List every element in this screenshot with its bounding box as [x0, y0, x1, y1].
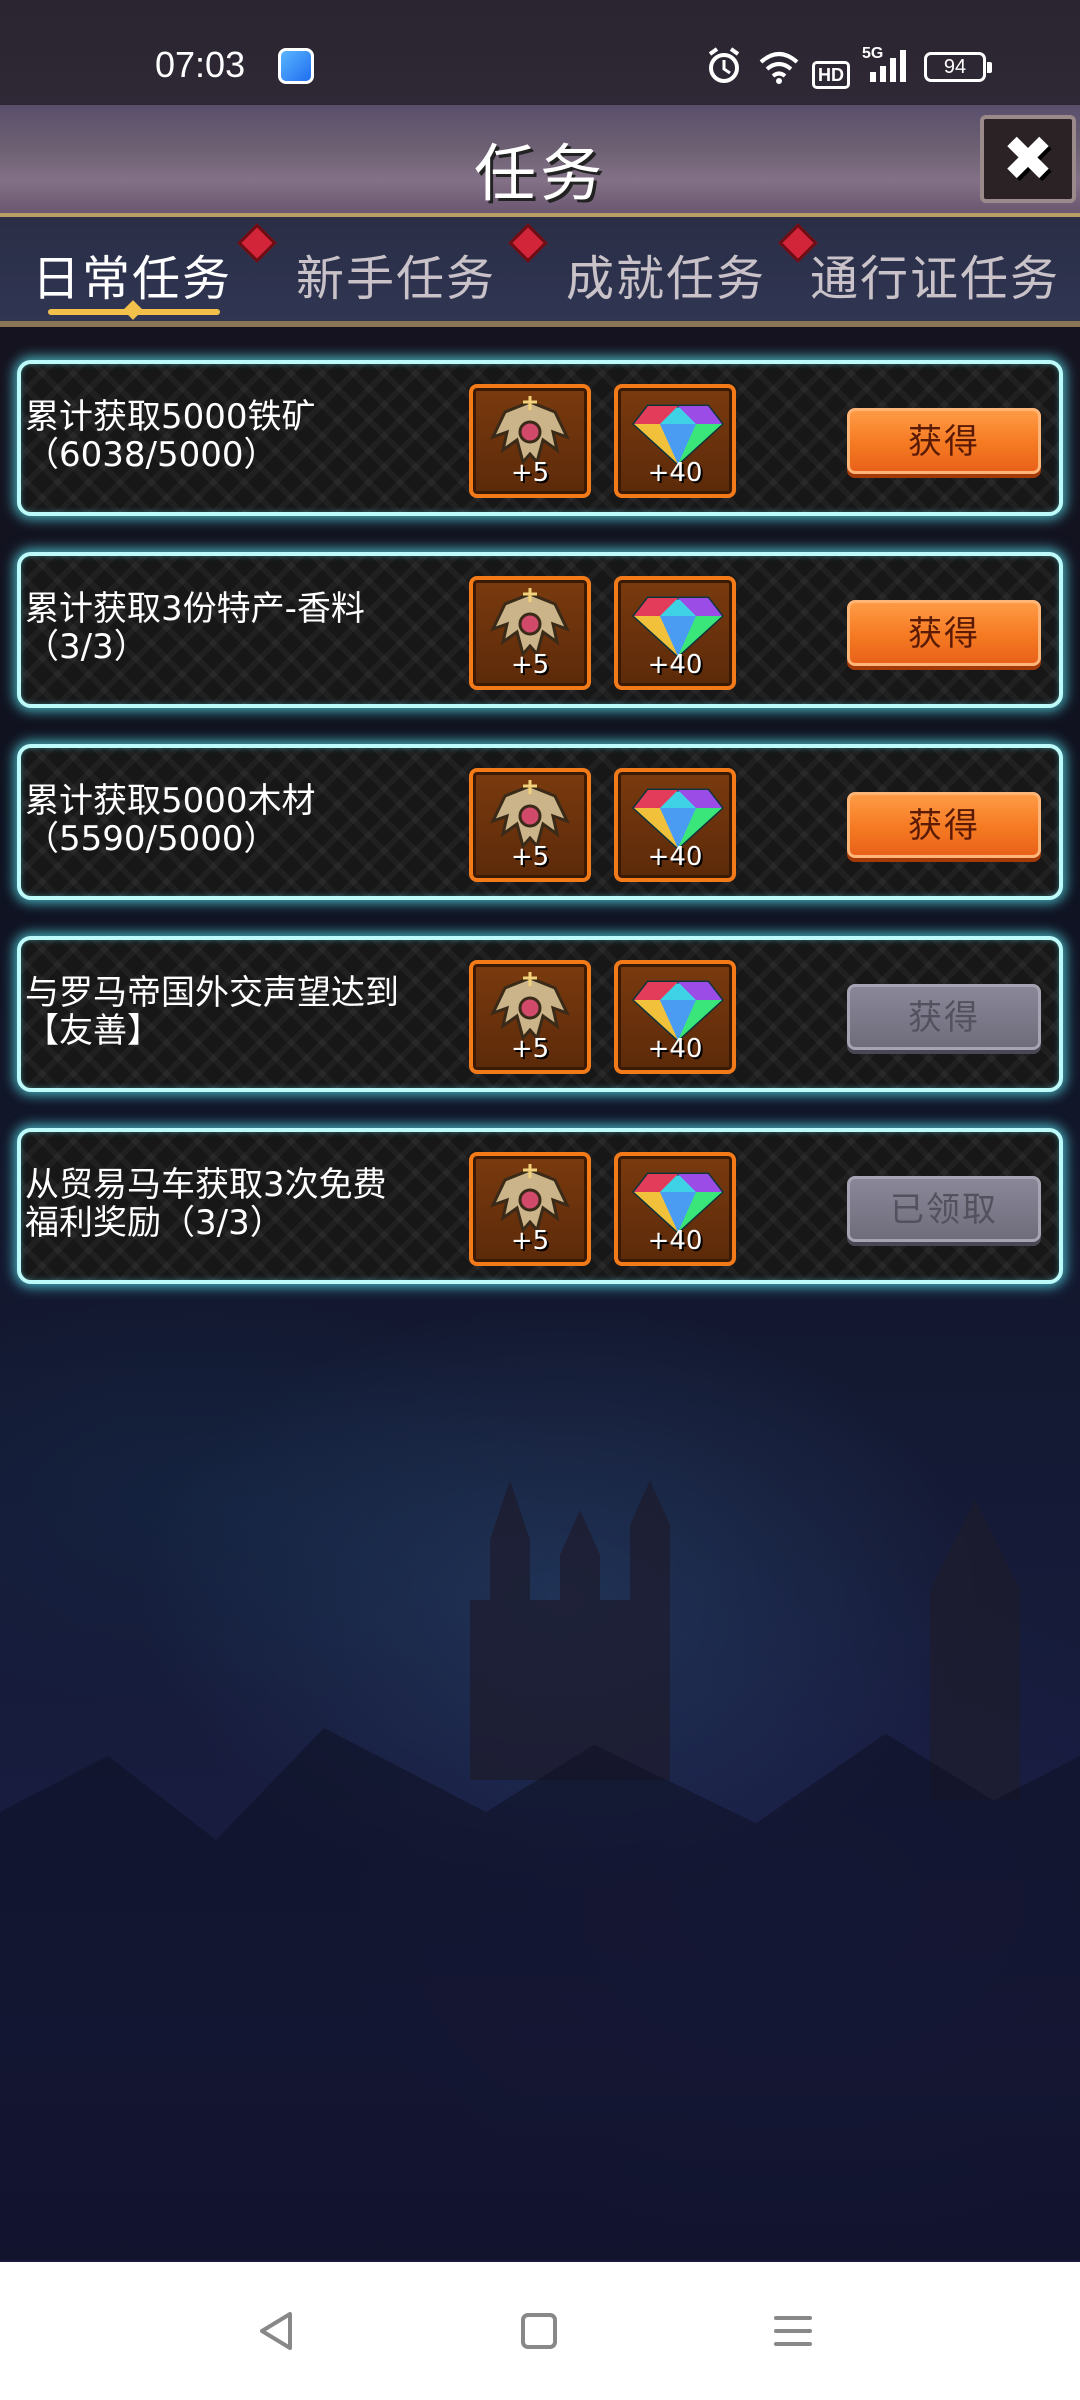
reward-slot-gem[interactable]: +40 [614, 768, 736, 882]
quest-description: 累计获取5000铁矿 （6038/5000） [25, 398, 465, 474]
tab-achievement-quests[interactable]: 成就任务 [566, 239, 766, 309]
reward-slot-gem[interactable]: +40 [614, 384, 736, 498]
background-castle-silhouette [470, 1480, 670, 1780]
nav-recents-button[interactable] [768, 2306, 818, 2356]
quest-description: 从贸易马车获取3次免费 福利奖励（3/3） [25, 1166, 465, 1242]
reward-amount: +5 [510, 458, 550, 488]
background-forest-silhouette [0, 1728, 1080, 2260]
quest-card: 累计获取3份特产-香料 （3/3） +5 +40 获得 [17, 552, 1063, 708]
menu-lines-icon [774, 2316, 812, 2346]
quest-progress: （3/3） [25, 627, 148, 667]
status-time: 07:03 [155, 44, 246, 85]
page-title: 任务 [473, 137, 606, 210]
status-bar: 07:03 HD 5G 94 [0, 0, 1080, 105]
claim-reward-button[interactable]: 获得 [847, 792, 1041, 858]
rainbow-gem-icon [631, 1172, 725, 1235]
close-button[interactable]: ✖ [980, 115, 1076, 203]
quest-card: 累计获取5000铁矿 （6038/5000） +5 +40 获得 [17, 360, 1063, 516]
back-triangle-icon [260, 2312, 292, 2350]
rainbow-gem-icon [631, 596, 725, 659]
quest-progress: （5590/5000） [25, 819, 278, 859]
claim-reward-button[interactable]: 获得 [847, 984, 1041, 1050]
reward-slot-emblem[interactable]: +5 [469, 384, 591, 498]
reward-amount: +5 [510, 1034, 550, 1064]
reward-slot-gem[interactable]: +40 [614, 1152, 736, 1266]
quest-title: 与罗马帝国外交声望达到 [25, 973, 399, 1013]
tab-pass-quests[interactable]: 通行证任务 [810, 239, 1060, 309]
reward-amount: +40 [647, 458, 703, 488]
nav-home-button[interactable] [514, 2306, 564, 2356]
app-notification-icon [278, 48, 314, 84]
reward-slot-emblem[interactable]: +5 [469, 768, 591, 882]
system-navigation-bar [0, 2262, 1080, 2400]
wifi-icon [758, 46, 800, 97]
background-tower-silhouette [930, 1500, 1020, 1800]
quest-description: 累计获取5000木材 （5590/5000） [25, 782, 465, 858]
rainbow-gem-icon [631, 404, 725, 467]
quest-description: 与罗马帝国外交声望达到 【友善】 [25, 974, 465, 1050]
close-icon: ✖ [1002, 122, 1054, 195]
hd-badge-icon: HD [812, 52, 850, 92]
reward-slot-emblem[interactable]: +5 [469, 960, 591, 1074]
page-header: 任务 ✖ [0, 105, 1080, 217]
claimed-status-button[interactable]: 已领取 [847, 1176, 1041, 1242]
reward-amount: +40 [647, 842, 703, 872]
reward-amount: +5 [510, 1226, 550, 1256]
quest-description: 累计获取3份特产-香料 （3/3） [25, 590, 465, 666]
quest-title: 累计获取5000木材 [25, 781, 316, 821]
quest-progress: （6038/5000） [25, 435, 278, 475]
reward-amount: +40 [647, 650, 703, 680]
quest-tab-bar: 日常任务 新手任务 成就任务 通行证任务 [0, 217, 1080, 327]
home-square-icon [521, 2313, 557, 2349]
tab-newbie-notification-badge [508, 223, 548, 263]
claim-reward-button[interactable]: 获得 [847, 600, 1041, 666]
hd-label: HD [812, 61, 850, 89]
reward-amount: +5 [510, 650, 550, 680]
reward-slot-gem[interactable]: +40 [614, 960, 736, 1074]
reward-amount: +5 [510, 842, 550, 872]
quest-title: 累计获取3份特产-香料 [25, 589, 365, 629]
quest-progress: 【友善】 [25, 1011, 161, 1051]
claim-reward-button[interactable]: 获得 [847, 408, 1041, 474]
quest-card: 累计获取5000木材 （5590/5000） +5 +40 获得 [17, 744, 1063, 900]
alarm-icon [706, 46, 742, 97]
tab-newbie-quests[interactable]: 新手任务 [296, 239, 496, 309]
battery-indicator: 94 [924, 52, 992, 82]
tab-daily-notification-badge [237, 223, 277, 263]
reward-slot-gem[interactable]: +40 [614, 576, 736, 690]
tab-daily-quests[interactable]: 日常任务 [32, 239, 232, 309]
rainbow-gem-icon [631, 788, 725, 851]
quest-card: 从贸易马车获取3次免费 福利奖励（3/3） +5 +40 已领取 [17, 1128, 1063, 1284]
quest-title: 累计获取5000铁矿 [25, 397, 316, 437]
reward-slot-emblem[interactable]: +5 [469, 1152, 591, 1266]
quest-progress: 福利奖励（3/3） [25, 1203, 284, 1243]
reward-slot-emblem[interactable]: +5 [469, 576, 591, 690]
rainbow-gem-icon [631, 980, 725, 1043]
reward-amount: +40 [647, 1034, 703, 1064]
nav-back-button[interactable] [252, 2306, 302, 2356]
quest-title: 从贸易马车获取3次免费 [25, 1165, 387, 1205]
game-screen: 07:03 HD 5G 94 任务 ✖ 日常任务 新手任务 成就任务 通行证任务… [0, 0, 1080, 2400]
reward-amount: +40 [647, 1226, 703, 1256]
active-tab-indicator [48, 309, 220, 315]
quest-card: 与罗马帝国外交声望达到 【友善】 +5 +40 获得 [17, 936, 1063, 1092]
